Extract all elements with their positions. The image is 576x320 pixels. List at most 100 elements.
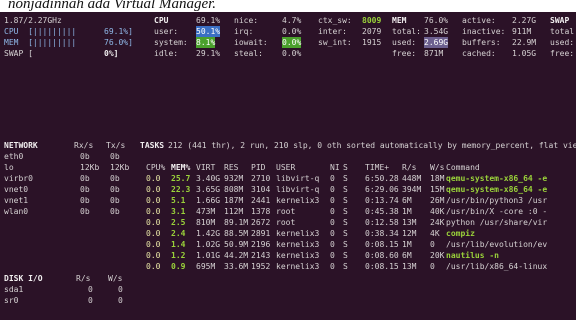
process-cpu: 0.0 xyxy=(146,251,161,260)
mem-label: active: xyxy=(462,16,496,25)
process-pid: 1952 xyxy=(251,262,271,271)
tasks-summary: TASKS 212 (441 thr), 2 run, 210 slp, 0 ot… xyxy=(0,140,576,151)
rx-value: 0b xyxy=(80,152,90,161)
disk-name: sda1 xyxy=(4,285,24,294)
write-column: W/s xyxy=(108,274,123,283)
process-res: 808M xyxy=(224,185,244,194)
process-row[interactable]: 0.0 22.3 3.65G 808M 3104 libvirt-q 0 S 6:29.06 39… xyxy=(0,184,576,195)
process-virt: 3.40G xyxy=(196,174,221,183)
stat-value: 0.0% xyxy=(282,37,302,48)
process-mem: 0.9 xyxy=(171,262,186,271)
process-ni: 0 xyxy=(330,207,335,216)
process-row[interactable]: 0.0 2.4 1.42G 88.5M 2891 kernelix3 0 S 0:38.34 12… xyxy=(0,228,576,239)
swap-label: total xyxy=(550,27,575,36)
process-pid: 1378 xyxy=(251,207,271,216)
process-write-rate: 18M xyxy=(430,174,445,183)
process-res: 50.9M xyxy=(224,240,249,249)
tasks-label: TASKS xyxy=(140,141,165,150)
process-cpu: 0.0 xyxy=(146,196,161,205)
process-header: CPU% MEM% VIRT RES PID USER NI S TIME+ R/s W/s Comm… xyxy=(0,162,576,173)
stat-label: iowait: xyxy=(234,38,268,47)
process-cpu: 0.0 xyxy=(146,207,161,216)
stat-value: 0.0% xyxy=(282,27,302,36)
mem-label: cached: xyxy=(462,49,496,58)
mem-label: MEM xyxy=(392,16,407,25)
process-pid: 2196 xyxy=(251,240,271,249)
process-time: 6:50.28 xyxy=(365,174,399,183)
stat-value: 2079 xyxy=(362,27,382,36)
process-res: 33.6M xyxy=(224,262,249,271)
process-write-rate: 0 xyxy=(430,240,435,249)
meter-value: 69.1%] xyxy=(104,27,133,36)
disk-name: sr0 xyxy=(4,296,19,305)
process-ni: 0 xyxy=(330,262,335,271)
read-value: 0 xyxy=(88,285,93,294)
meter-value: 76.0%] xyxy=(104,38,133,47)
stat-label: ctx_sw: xyxy=(318,16,352,25)
process-read-rate: 12M xyxy=(402,229,417,238)
process-write-rate: 0 xyxy=(430,262,435,271)
process-command: qemu-system-x86_64 -e xyxy=(446,185,548,194)
column-s: S xyxy=(343,163,348,172)
process-command: nautilus -n xyxy=(446,251,499,260)
cpu-label: CPU xyxy=(154,16,169,25)
terminal-window[interactable]: 1.87/2.27GHz CPU 69.1% nice: 4.7% ctx_sw: 8009… xyxy=(0,12,576,320)
process-command: /usr/lib/evolution/ev xyxy=(446,240,548,249)
mem-value: 2.27G xyxy=(512,16,537,25)
column-res: RES xyxy=(224,163,239,172)
read-value: 0 xyxy=(88,296,93,305)
process-read-rate: 13M xyxy=(402,218,417,227)
stat-label: system: xyxy=(154,38,188,47)
process-row[interactable]: 0.0 3.1 473M 112M 1378 root 0 S 0:45.38 1M 40K/usr… xyxy=(0,206,576,217)
interface-name: eth0 xyxy=(4,152,24,161)
swap-label: free: xyxy=(550,49,575,58)
process-row[interactable]: 0.0 2.5 810M 89.1M 2672 root 0 S 0:12.58 13M 24K py… xyxy=(0,217,576,228)
mem-value: 2.69G xyxy=(424,37,449,48)
process-pid: 2672 xyxy=(251,218,271,227)
process-ni: 0 xyxy=(330,218,335,227)
write-value: 0 xyxy=(118,285,123,294)
process-write-rate: 40K xyxy=(430,207,445,216)
stat-label: user: xyxy=(154,27,179,36)
process-pid: 2441 xyxy=(251,196,271,205)
process-row[interactable]: 0.0 1.2 1.01G 44.2M 2143 kernelix3 0 S 0:08.60 6M… xyxy=(0,250,576,261)
column-command: Command xyxy=(446,163,480,172)
process-state: S xyxy=(343,262,348,271)
process-row[interactable]: 0.0 25.7 3.40G 932M 2710 libvirt-q 0 S 6:50.28 44… xyxy=(0,173,576,184)
process-row[interactable]: 0.0 0.9 695M 33.6M 1952 kernelix3 0 S 0:08.15 13M… xyxy=(0,261,576,272)
meter-bar: MEM [||||||||| xyxy=(4,38,77,47)
process-command: python /usr/share/vir xyxy=(446,218,548,227)
mem-label: buffers: xyxy=(462,38,501,47)
process-res: 89.1M xyxy=(224,218,249,227)
process-row[interactable]: 0.0 5.1 1.66G 187M 2441 kernelix3 0 S 0:13.74 6M 2… xyxy=(0,195,576,206)
process-virt: 810M xyxy=(196,218,216,227)
stat-label: irq: xyxy=(234,27,254,36)
process-command: qemu-system-x86_64 -e xyxy=(446,174,548,183)
process-row[interactable]: 0.0 1.4 1.02G 50.9M 2196 kernelix3 0 S 0:08.15 1M… xyxy=(0,239,576,250)
process-virt: 1.02G xyxy=(196,240,221,249)
process-res: 44.2M xyxy=(224,251,249,260)
mem-value: 871M xyxy=(424,49,444,58)
process-pid: 3104 xyxy=(251,185,271,194)
process-write-rate: 26M xyxy=(430,196,445,205)
meter-bar: CPU [||||||||| xyxy=(4,27,77,36)
process-ni: 0 xyxy=(330,185,335,194)
process-read-rate: 6M xyxy=(402,196,412,205)
process-user: libvirt-q xyxy=(276,174,320,183)
disk-header: DISK I/O R/s W/s xyxy=(0,273,576,284)
process-command: /usr/bin/python3 /usr xyxy=(446,196,548,205)
mem-label: used: xyxy=(392,38,417,47)
process-state: S xyxy=(343,240,348,249)
process-ni: 0 xyxy=(330,229,335,238)
mem-value: 911M xyxy=(512,27,532,36)
process-write-rate: 24K xyxy=(430,218,445,227)
column-mem-: MEM% xyxy=(171,163,191,172)
process-read-rate: 13M xyxy=(402,262,417,271)
stat-label: sw_int: xyxy=(318,38,352,47)
stat-label: steal: xyxy=(234,49,263,58)
process-state: S xyxy=(343,185,348,194)
process-user: kernelix3 xyxy=(276,196,320,205)
process-user: kernelix3 xyxy=(276,262,320,271)
process-user: kernelix3 xyxy=(276,240,320,249)
process-cpu: 0.0 xyxy=(146,240,161,249)
